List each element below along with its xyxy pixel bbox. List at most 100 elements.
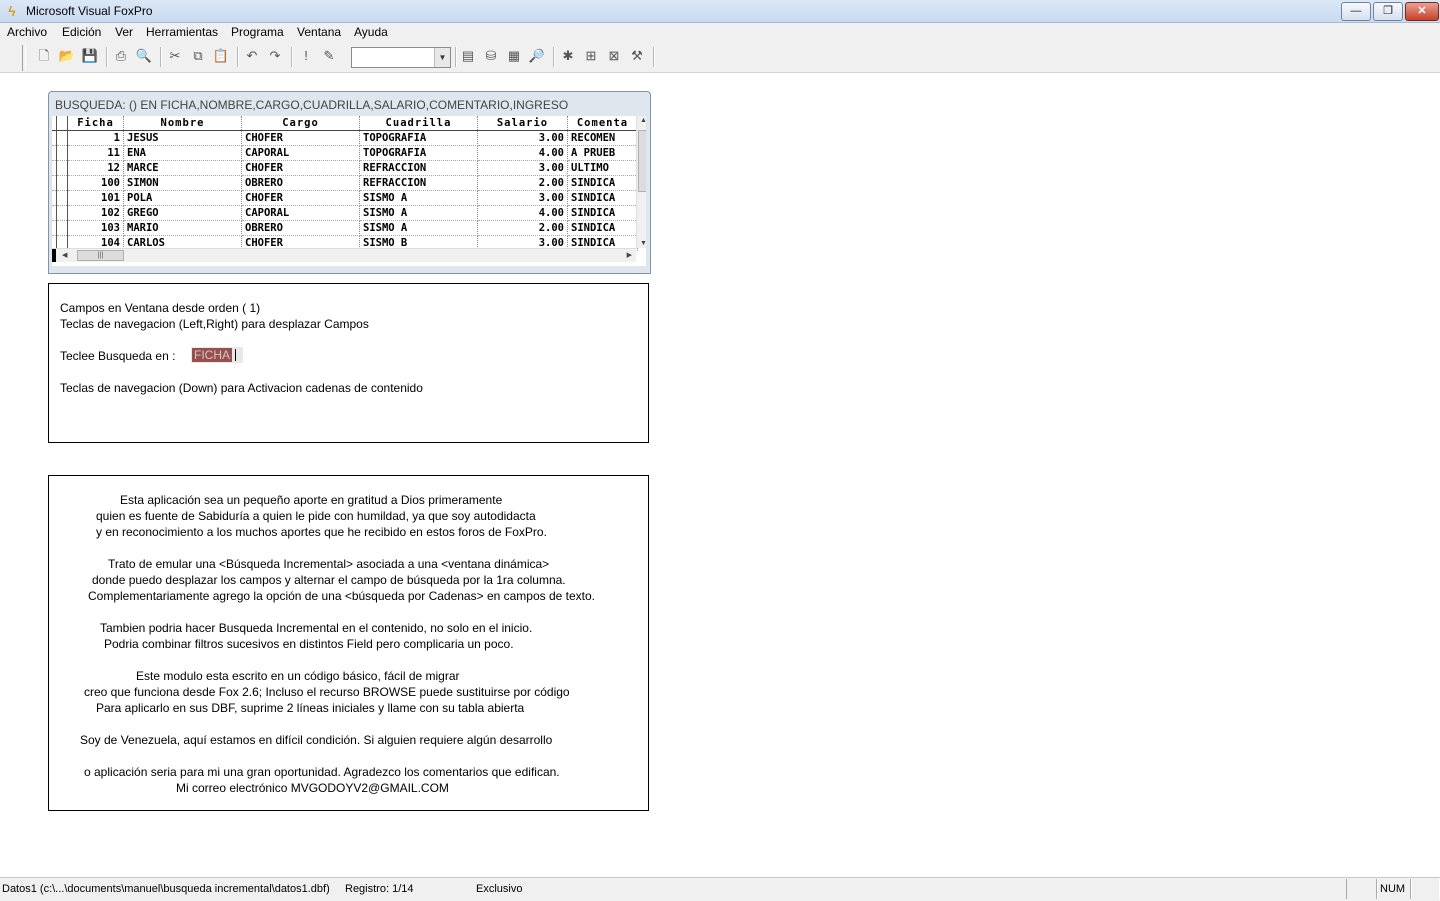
menu-herramientas[interactable]: Herramientas (146, 25, 218, 39)
cell-salario[interactable]: 4.00 (477, 205, 568, 221)
cell-cargo[interactable]: OBRERO (241, 220, 360, 236)
cell-nombre[interactable]: JESUS (123, 130, 242, 146)
new-file-icon[interactable]: 🗋 (35, 47, 53, 65)
cell-salario[interactable]: 3.00 (477, 130, 568, 146)
table-row[interactable]: 102 GREGO CAPORAL SISMO A 4.00 SINDICA (52, 205, 638, 221)
cell-nombre[interactable]: ENA (123, 145, 242, 161)
vertical-scrollbar[interactable]: ▲ ▼ (636, 116, 646, 248)
horizontal-scrollbar[interactable]: ◀ ||| ▶ (52, 248, 636, 262)
cell-comentario[interactable]: SINDICA (567, 190, 638, 206)
cell-cargo[interactable]: CHOFER (241, 130, 360, 146)
cell-cuadrilla[interactable]: SISMO A (359, 205, 478, 221)
cell-salario[interactable]: 2.00 (477, 220, 568, 236)
tools-icon[interactable]: ⚒ (628, 47, 646, 65)
wizard-icon[interactable]: ✱ (559, 47, 577, 65)
scroll-left-icon[interactable]: ◀ (62, 249, 67, 262)
row-selector[interactable] (56, 220, 68, 236)
table-row[interactable]: 12 MARCE CHOFER REFRACCION 3.00 ULTIMO (52, 160, 638, 176)
undo-icon[interactable]: ↶ (243, 47, 261, 65)
browse-window[interactable]: BUSQUEDA: () EN FICHA,NOMBRE,CARGO,CUADR… (48, 91, 651, 274)
column-header-ficha[interactable]: Ficha (67, 116, 124, 131)
minimize-button[interactable]: — (1341, 2, 1371, 21)
chevron-down-icon[interactable]: ▼ (434, 48, 450, 67)
cell-cargo[interactable]: CAPORAL (241, 145, 360, 161)
scroll-down-icon[interactable]: ▼ (637, 240, 646, 247)
database-icon[interactable]: ⛁ (482, 47, 500, 65)
cell-comentario[interactable]: RECOMEN (567, 130, 638, 146)
search-input[interactable]: FICHA (191, 347, 243, 363)
cell-comentario[interactable]: SINDICA (567, 220, 638, 236)
cell-cargo[interactable]: CAPORAL (241, 205, 360, 221)
cell-nombre[interactable]: SIMON (123, 175, 242, 191)
cell-ficha[interactable]: 102 (67, 205, 124, 221)
cell-cuadrilla[interactable]: TOPOGRAFIA (359, 145, 478, 161)
column-header-cuadrilla[interactable]: Cuadrilla (359, 116, 478, 131)
cell-salario[interactable]: 2.00 (477, 175, 568, 191)
paste-icon[interactable]: 📋 (212, 47, 230, 65)
modify-icon[interactable]: ✎ (320, 47, 338, 65)
row-selector[interactable] (56, 205, 68, 221)
row-selector[interactable] (56, 160, 68, 176)
copy-icon[interactable]: ⧉ (189, 47, 207, 65)
row-selector[interactable] (56, 145, 68, 161)
cell-ficha[interactable]: 11 (67, 145, 124, 161)
browse-grid[interactable]: Ficha Nombre Cargo Cuadrilla Salario Com… (52, 116, 646, 266)
menu-edicion[interactable]: Edición (62, 25, 101, 39)
cell-ficha[interactable]: 12 (67, 160, 124, 176)
toolbar-combo[interactable]: ▼ (351, 47, 451, 68)
cell-comentario[interactable]: SINDICA (567, 205, 638, 221)
cell-nombre[interactable]: MARIO (123, 220, 242, 236)
open-icon[interactable]: 📂 (58, 47, 76, 65)
print-icon[interactable]: ⎙ (112, 47, 130, 65)
print-preview-icon[interactable]: 🔍 (135, 47, 153, 65)
builder-icon[interactable]: ⊠ (605, 47, 623, 65)
cell-comentario[interactable]: A PRUEB (567, 145, 638, 161)
cut-icon[interactable]: ✂ (166, 47, 184, 65)
table-row[interactable]: 1 JESUS CHOFER TOPOGRAFIA 3.00 RECOMEN (52, 130, 638, 146)
cell-salario[interactable]: 4.00 (477, 145, 568, 161)
redo-icon[interactable]: ↷ (266, 47, 284, 65)
menu-ayuda[interactable]: Ayuda (354, 25, 388, 39)
run-icon[interactable]: ! (297, 47, 315, 65)
report-icon[interactable]: 🔎 (528, 47, 546, 65)
menu-ver[interactable]: Ver (115, 25, 133, 39)
column-header-comentario[interactable]: Comenta (567, 116, 638, 131)
designer-icon[interactable]: ⊞ (582, 47, 600, 65)
menu-ventana[interactable]: Ventana (297, 25, 341, 39)
cell-comentario[interactable]: ULTIMO (567, 160, 638, 176)
table-row[interactable]: 11 ENA CAPORAL TOPOGRAFIA 4.00 A PRUEB (52, 145, 638, 161)
row-selector[interactable] (56, 175, 68, 191)
cell-cuadrilla[interactable]: SISMO A (359, 220, 478, 236)
horizontal-scroll-thumb[interactable]: ||| (77, 250, 124, 261)
scroll-right-icon[interactable]: ▶ (627, 249, 632, 262)
restore-button[interactable]: ❐ (1373, 2, 1403, 21)
row-selector[interactable] (56, 130, 68, 146)
vertical-scroll-thumb[interactable] (638, 130, 646, 192)
cell-salario[interactable]: 3.00 (477, 160, 568, 176)
table-row[interactable]: 103 MARIO OBRERO SISMO A 2.00 SINDICA (52, 220, 638, 236)
form-icon[interactable]: ▦ (505, 47, 523, 65)
cell-cuadrilla[interactable]: REFRACCION (359, 160, 478, 176)
cell-salario[interactable]: 3.00 (477, 190, 568, 206)
cell-cargo[interactable]: CHOFER (241, 190, 360, 206)
cell-ficha[interactable]: 100 (67, 175, 124, 191)
column-header-salario[interactable]: Salario (477, 116, 568, 131)
table-row[interactable]: 100 SIMON OBRERO REFRACCION 2.00 SINDICA (52, 175, 638, 191)
cell-nombre[interactable]: POLA (123, 190, 242, 206)
cell-cuadrilla[interactable]: SISMO A (359, 190, 478, 206)
partition-splitter[interactable] (52, 249, 56, 262)
column-header-cargo[interactable]: Cargo (241, 116, 360, 131)
cell-nombre[interactable]: GREGO (123, 205, 242, 221)
row-selector[interactable] (56, 190, 68, 206)
cell-cargo[interactable]: CHOFER (241, 160, 360, 176)
data-session-icon[interactable]: ▤ (459, 47, 477, 65)
menu-archivo[interactable]: Archivo (7, 25, 47, 39)
save-icon[interactable]: 💾 (81, 47, 99, 65)
table-row[interactable]: 101 POLA CHOFER SISMO A 3.00 SINDICA (52, 190, 638, 206)
menu-programa[interactable]: Programa (231, 25, 284, 39)
close-button[interactable]: ✕ (1405, 2, 1439, 21)
cell-ficha[interactable]: 101 (67, 190, 124, 206)
cell-cuadrilla[interactable]: REFRACCION (359, 175, 478, 191)
cell-ficha[interactable]: 1 (67, 130, 124, 146)
toolbar-grip[interactable] (22, 45, 26, 71)
